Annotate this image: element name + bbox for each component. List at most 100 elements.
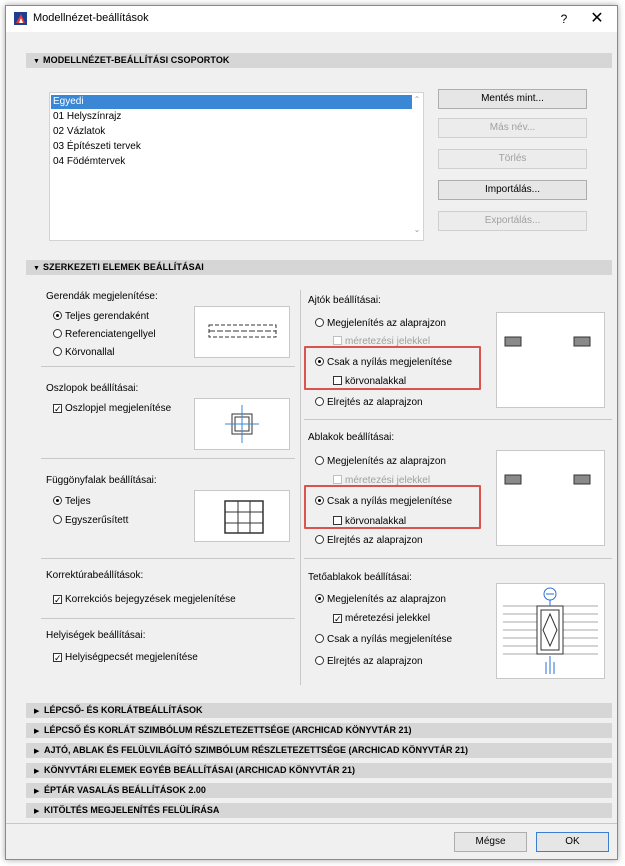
section-header-stair-symbol[interactable]: ▶ LÉPCSŐ ÉS KORLÁT SZIMBÓLUM RÉSZLETEZETT… [26,723,612,738]
list-item[interactable]: 03 Építészeti tervek [51,140,412,154]
skylights-label: Tetőablakok beállításai: [308,572,412,583]
door-hide-radio[interactable]: Elrejtés az alaprajzon [315,396,423,409]
section-header-reinforcement[interactable]: ▶ ÉPTÁR VASALÁS BEÁLLÍTÁSOK 2.00 [26,783,612,798]
window-title: Modellnézet-beállítások [33,12,149,24]
section-header-groups[interactable]: ▼ MODELLNÉZET-BEÁLLÍTÁSI CSOPORTOK [26,53,612,68]
radio-dot [53,496,62,505]
radio-dot [315,535,324,544]
beam-outline-radio[interactable]: Körvonallal [53,346,114,359]
skylight-hide-radio[interactable]: Elrejtés az alaprajzon [315,655,423,668]
ok-button[interactable]: OK [536,832,609,852]
delete-button[interactable]: Törlés [438,149,587,169]
columns-label: Oszlopok beállításai: [46,383,139,394]
collapse-triangle-icon: ▼ [33,58,41,65]
expand-triangle-icon: ▶ [34,708,40,715]
beam-preview-graphic [208,324,277,338]
skylight-preview-graphic [503,587,598,674]
radio-dot [53,347,62,356]
windows-label: Ablakok beállításai: [308,432,395,443]
beam-full-radio[interactable]: Teljes gerendaként [53,310,149,323]
groups-listbox[interactable]: Egyedi 01 Helyszínrajz 02 Vázlatok 03 Ép… [49,92,424,241]
scroll-down-icon[interactable]: ⌄ [411,225,423,237]
curtain-wall-label: Függönyfalak beállításai: [46,475,157,486]
door-preview [496,312,605,408]
collapse-triangle-icon: ▼ [33,265,41,272]
column-divider [300,290,301,685]
expand-triangle-icon: ▶ [34,748,40,755]
expand-triangle-icon: ▶ [34,768,40,775]
separator [41,458,295,459]
curtain-preview-graphic [224,500,264,534]
section-header-library-other[interactable]: ▶ KÖNYVTÁRI ELEMEK EGYÉB BEÁLLÍTÁSAI (ARC… [26,763,612,778]
scroll-up-icon[interactable]: ⌃ [411,95,423,107]
column-preview-graphic [225,405,259,443]
radio-dot [315,456,324,465]
radio-dot [53,311,62,320]
skylight-preview [496,583,605,679]
column-preview [194,398,290,450]
separator [304,558,612,559]
section-header-opening-symbol[interactable]: ▶ AJTÓ, ABLAK ÉS FELÜLVILÁGÍTÓ SZIMBÓLUM … [26,743,612,758]
separator [41,366,295,367]
list-item[interactable]: 02 Vázlatok [51,125,412,139]
close-button[interactable]: ✕ [586,9,608,29]
export-button[interactable]: Exportálás... [438,211,587,231]
section-header-fill-override[interactable]: ▶ KITÖLTÉS MEGJELENÍTÉS FELÜLÍRÁSA [26,803,612,818]
section-header-structure[interactable]: ▼ SZERKEZETI ELEMEK BEÁLLÍTÁSAI [26,260,612,275]
expand-triangle-icon: ▶ [34,788,40,795]
doors-label: Ajtók beállításai: [308,295,381,306]
highlight-box [304,485,481,529]
checkbox-box [333,475,342,484]
column-symbol-checkbox[interactable]: ✓ Oszlopjel megjelenítése [53,402,171,415]
checkbox-box [333,336,342,345]
beams-label: Gerendák megjelenítése: [46,291,158,302]
import-button[interactable]: Importálás... [438,180,587,200]
radio-dot [315,634,324,643]
skylight-show-radio[interactable]: Megjelenítés az alaprajzon [315,593,446,606]
radio-dot [53,515,62,524]
expand-triangle-icon: ▶ [34,808,40,815]
beam-reference-radio[interactable]: Referenciatengellyel [53,328,156,341]
zone-stamp-checkbox[interactable]: ✓ Helyiségpecsét megjelenítése [53,651,198,664]
title-bar: Modellnézet-beállítások ? ✕ [6,6,617,32]
radio-dot [315,656,324,665]
radio-dot [53,329,62,338]
section-header-stairs[interactable]: ▶ LÉPCSŐ- ÉS KORLÁTBEÁLLÍTÁSOK [26,703,612,718]
save-as-button[interactable]: Mentés mint... [438,89,587,109]
radio-dot [315,397,324,406]
section-title: MODELLNÉZET-BEÁLLÍTÁSI CSOPORTOK [43,55,230,65]
skylight-opening-only-radio[interactable]: Csak a nyílás megjelenítése [315,633,452,646]
highlight-box [304,346,481,390]
window-preview [496,450,605,546]
window-show-radio[interactable]: Megjelenítés az alaprajzon [315,455,446,468]
separator [304,419,612,420]
radio-dot [315,318,324,327]
help-button[interactable]: ? [554,10,574,28]
window-preview-graphic [504,474,591,485]
list-item[interactable]: 04 Födémtervek [51,155,412,169]
correction-checkbox[interactable]: ✓ Korrekciós bejegyzések megjelenítése [53,593,236,606]
separator [41,558,295,559]
correction-label: Korrektúrabeállítások: [46,570,144,581]
zones-label: Helyiségek beállításai: [46,630,146,641]
door-preview-graphic [504,336,591,347]
window-hide-radio[interactable]: Elrejtés az alaprajzon [315,534,423,547]
settings-dialog: Modellnézet-beállítások ? ✕ ▼ MODELLNÉZET… [5,5,618,860]
list-item[interactable]: 01 Helyszínrajz [51,110,412,124]
radio-dot [315,594,324,603]
list-item[interactable]: Egyedi [51,95,412,109]
checkbox-box: ✓ [53,595,62,605]
checkbox-box: ✓ [53,404,62,414]
footer-separator [6,823,617,824]
beam-preview [194,306,290,358]
checkbox-box: ✓ [333,614,342,624]
door-show-radio[interactable]: Megjelenítés az alaprajzon [315,317,446,330]
expand-triangle-icon: ▶ [34,728,40,735]
checkbox-box: ✓ [53,653,62,663]
skylight-dimension-checkbox[interactable]: ✓ méretezési jelekkel [333,612,430,625]
archicad-app-icon [14,12,27,25]
rename-button[interactable]: Más név... [438,118,587,138]
curtain-simplified-radio[interactable]: Egyszerűsített [53,514,128,527]
curtain-full-radio[interactable]: Teljes [53,495,91,508]
cancel-button[interactable]: Mégse [454,832,527,852]
